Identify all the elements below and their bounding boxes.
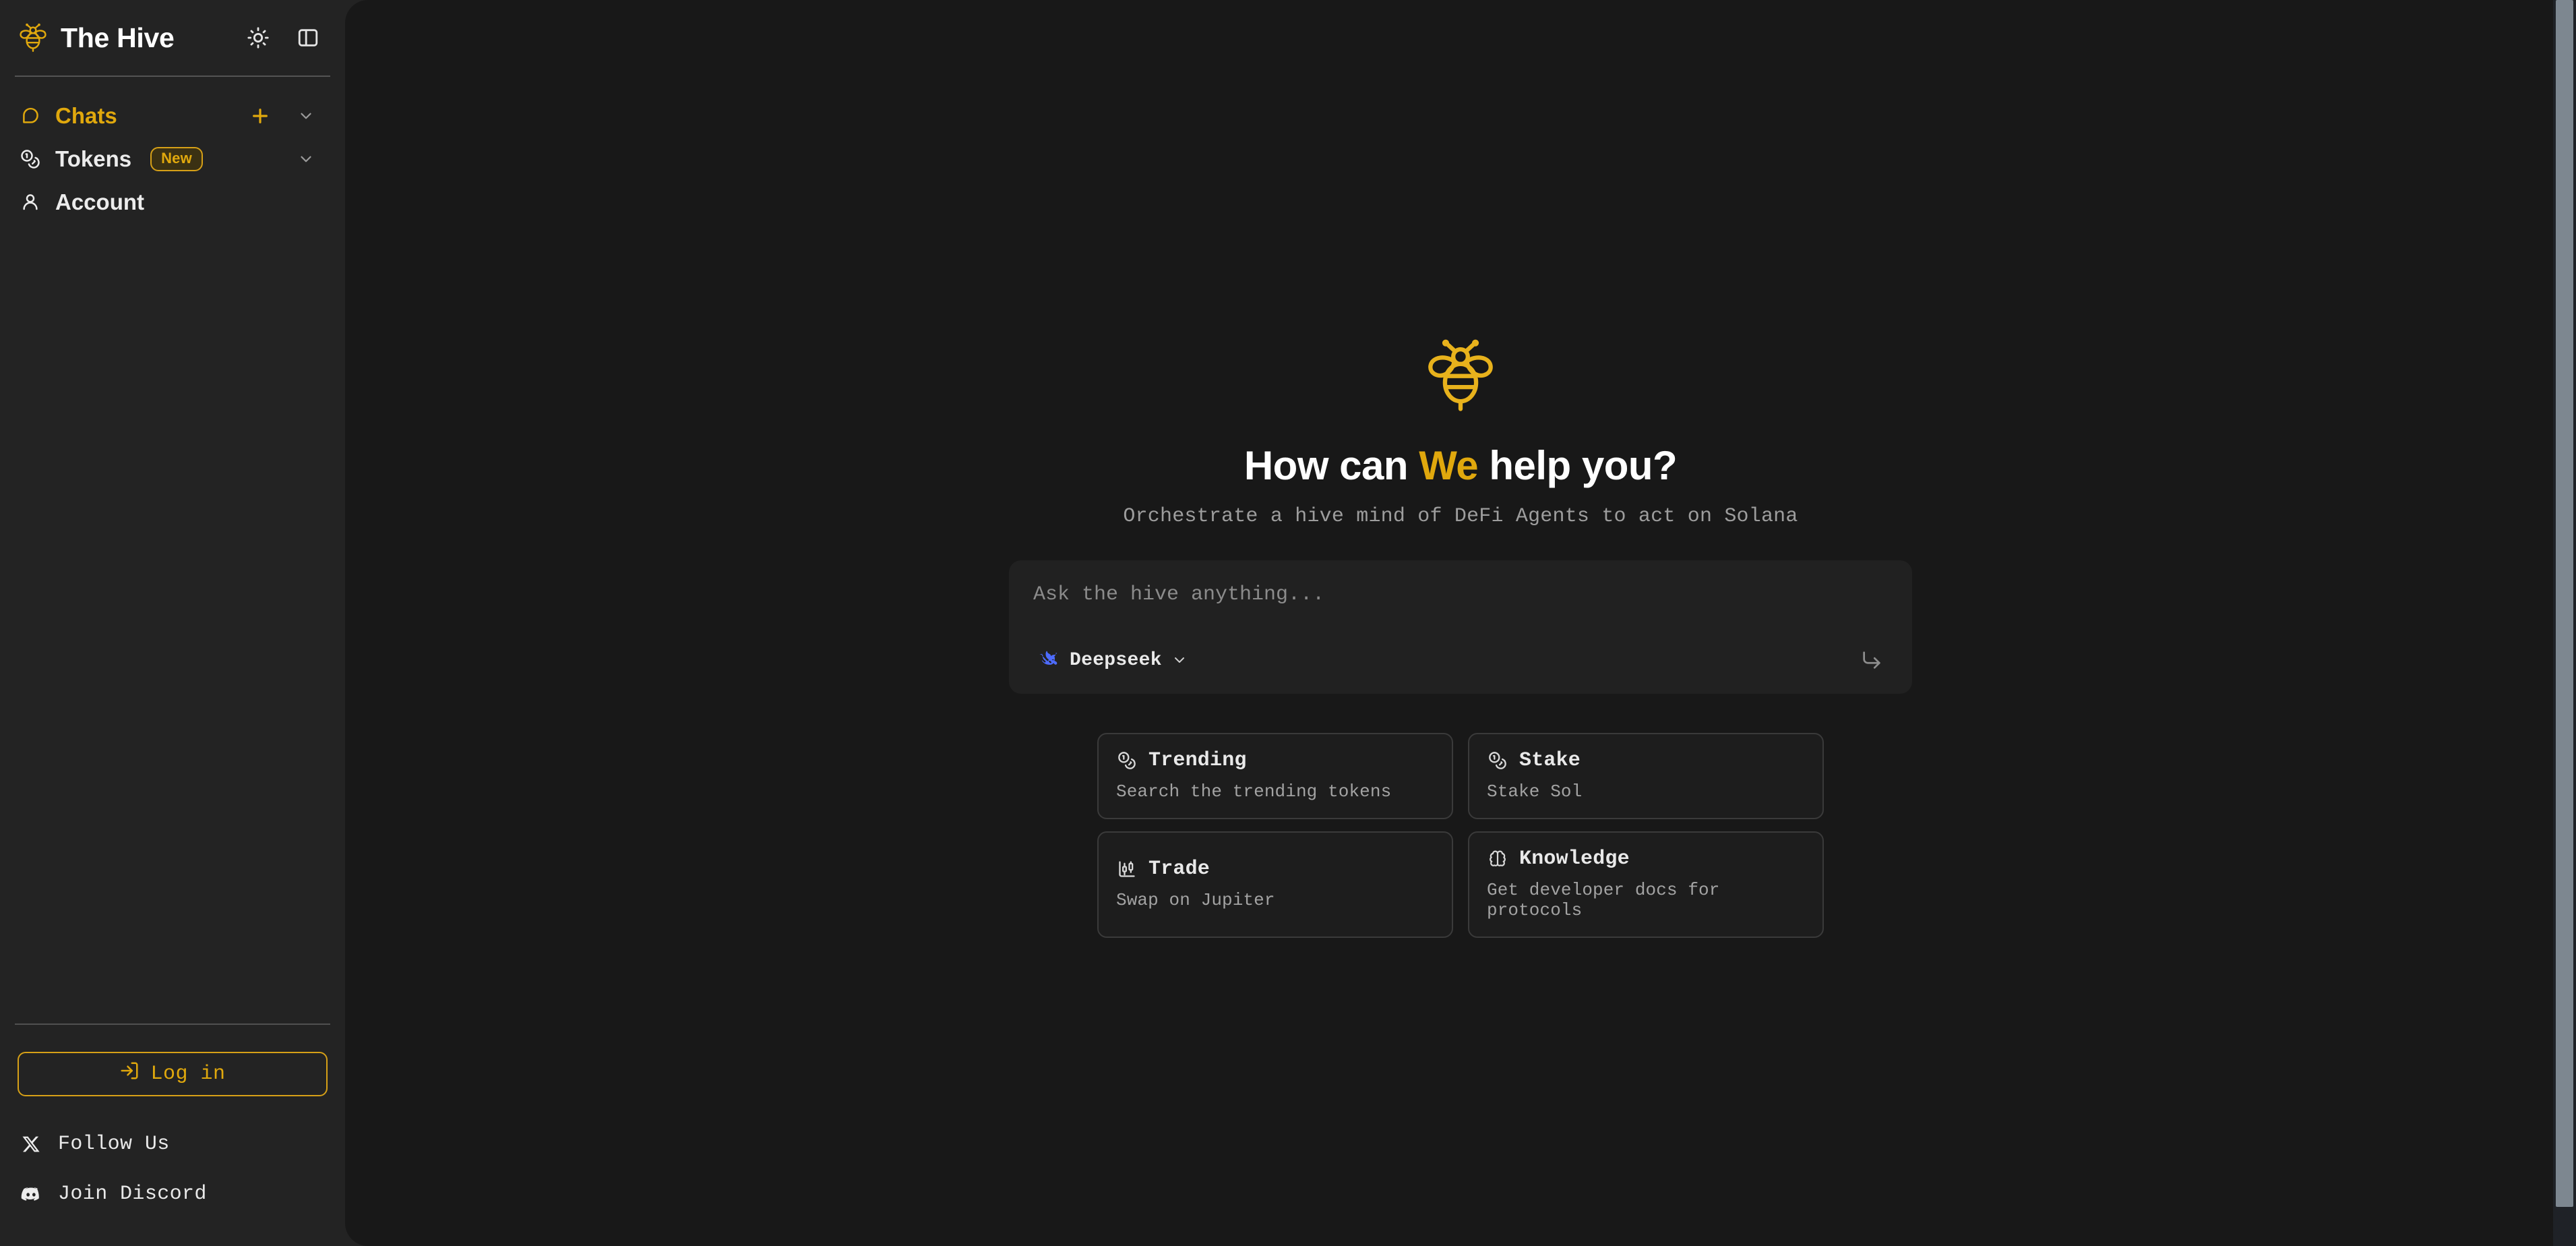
sidebar-nav: Chats Tokens New Account (0, 77, 345, 1023)
brand[interactable]: The Hive (18, 22, 243, 54)
card-subtitle: Stake Sol (1487, 781, 1583, 802)
headline-before: How can (1244, 443, 1419, 488)
suggestion-card-trade[interactable]: Trade Swap on Jupiter (1097, 831, 1453, 938)
chevron-down-icon[interactable] (291, 144, 321, 174)
card-subtitle: Search the trending tokens (1116, 781, 1392, 802)
bee-icon (1423, 336, 1498, 415)
log-in-icon (119, 1061, 140, 1088)
login-label: Log in (150, 1063, 226, 1086)
card-title: Knowledge (1519, 848, 1630, 870)
card-subtitle: Swap on Jupiter (1116, 890, 1275, 910)
send-button[interactable] (1856, 644, 1888, 676)
status-badge: New (150, 146, 203, 172)
brand-name: The Hive (61, 22, 175, 53)
sidebar-header: The Hive (0, 0, 345, 76)
card-subtitle: Get developer docs for protocols (1487, 880, 1720, 920)
x-twitter-icon (18, 1131, 44, 1158)
page-title: How can We help you? (1244, 442, 1678, 489)
suggestion-card-trending[interactable]: Trending Search the trending tokens (1097, 733, 1453, 819)
composer: Deepseek (1009, 560, 1912, 694)
page-scrollbar[interactable] (2553, 0, 2576, 1246)
composer-toolbar: Deepseek (1033, 641, 1888, 679)
card-title: Stake (1519, 749, 1581, 772)
sidebar-item-account[interactable]: Account (0, 181, 345, 224)
suggestion-card-knowledge[interactable]: Knowledge Get developer docs for protoco… (1468, 831, 1824, 938)
card-header: Trending (1116, 749, 1434, 772)
model-name: Deepseek (1070, 649, 1162, 671)
card-title: Trade (1148, 858, 1210, 881)
panel-left-icon[interactable] (293, 22, 324, 53)
hero: How can We help you? Orchestrate a hive … (1009, 0, 1912, 938)
suggestion-cards: Trending Search the trending tokens Stak… (1097, 733, 1824, 938)
page-subtitle: Orchestrate a hive mind of DeFi Agents t… (1123, 505, 1798, 528)
candlestick-chart-icon (1116, 858, 1138, 880)
follow-us-link[interactable]: Follow Us (0, 1119, 345, 1169)
sidebar-item-label: Tokens (55, 146, 132, 171)
sidebar-divider (15, 76, 330, 77)
brain-icon (1487, 848, 1508, 870)
sidebar-header-actions (243, 22, 324, 53)
scrollbar-thumb[interactable] (2556, 0, 2573, 1207)
card-header: Knowledge (1487, 848, 1805, 870)
chevron-down-icon[interactable] (1171, 652, 1188, 668)
card-header: Trade (1116, 858, 1434, 881)
card-header: Stake (1487, 749, 1805, 772)
headline-accent: We (1419, 443, 1479, 488)
coins-icon (1487, 750, 1508, 771)
discord-icon (18, 1181, 44, 1208)
follow-us-label: Follow Us (58, 1133, 170, 1156)
chevron-down-icon[interactable] (291, 101, 321, 131)
sidebar: The Hive Chats Tokens New Account Log in… (0, 0, 345, 1246)
sidebar-item-label: Chats (55, 103, 117, 128)
model-selector[interactable]: Deepseek (1033, 646, 1192, 674)
join-discord-label: Join Discord (58, 1183, 207, 1206)
bee-icon (18, 22, 49, 53)
coins-icon (18, 146, 43, 172)
main-content: How can We help you? Orchestrate a hive … (345, 0, 2576, 1246)
sidebar-item-tokens[interactable]: Tokens New (0, 138, 345, 181)
suggestion-card-stake[interactable]: Stake Stake Sol (1468, 733, 1824, 819)
coins-icon (1116, 750, 1138, 771)
user-icon (18, 189, 43, 215)
card-title: Trending (1148, 749, 1247, 772)
login-button[interactable]: Log in (18, 1052, 328, 1096)
sun-icon[interactable] (243, 22, 274, 53)
message-square-icon (18, 103, 43, 129)
sidebar-item-label: Account (55, 189, 144, 214)
sidebar-item-chats[interactable]: Chats (0, 94, 345, 138)
sidebar-footer: Log in Follow Us Join Discord (0, 1023, 345, 1246)
footer-divider (15, 1023, 330, 1025)
join-discord-link[interactable]: Join Discord (0, 1169, 345, 1219)
new-chat-button[interactable] (245, 101, 275, 131)
headline-after: help you? (1478, 443, 1678, 488)
deepseek-whale-icon (1037, 649, 1060, 672)
search-input[interactable] (1033, 583, 1888, 641)
